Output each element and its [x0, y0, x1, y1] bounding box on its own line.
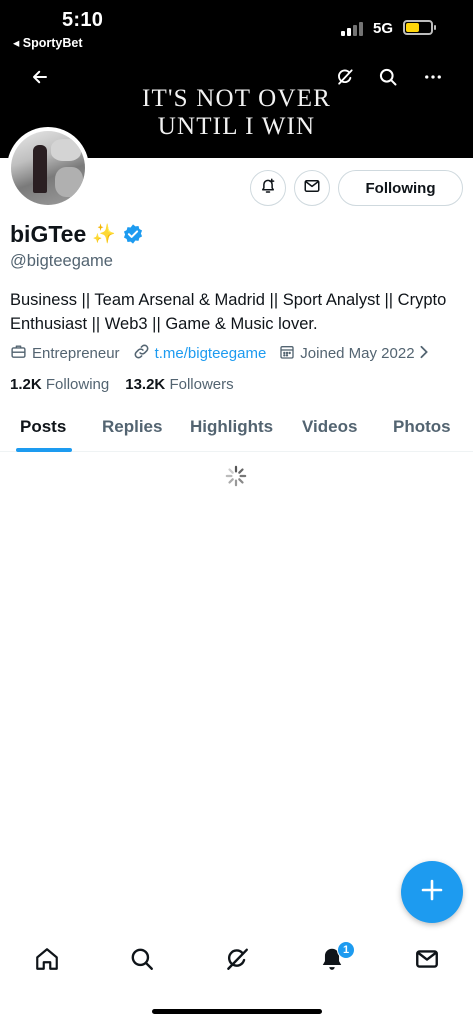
website-link[interactable]: t.me/bigteegame: [155, 345, 267, 362]
loading-spinner-icon: [225, 465, 247, 487]
status-time: 5:10: [62, 9, 104, 31]
network-label: 5G: [373, 20, 394, 37]
chevron-right-icon: [419, 345, 434, 363]
mail-icon[interactable]: [413, 945, 441, 973]
calendar-icon: [279, 344, 300, 364]
followers-count: 13.2K: [125, 376, 166, 393]
following-stat[interactable]: 1.2K Following: [10, 376, 109, 393]
signal-icon: [341, 20, 365, 36]
following-stat-label: Following: [45, 376, 110, 393]
joined-label: Joined May 2022: [300, 345, 415, 362]
compose-post-button[interactable]: [401, 861, 463, 923]
tab-photos[interactable]: Photos: [393, 417, 451, 437]
followers-stat[interactable]: 13.2K Followers: [125, 376, 233, 393]
followers-stat-label: Followers: [169, 376, 234, 393]
following-button[interactable]: Following: [338, 170, 463, 206]
following-count: 1.2K: [10, 376, 42, 393]
home-indicator[interactable]: [152, 1009, 322, 1014]
verified-badge-icon[interactable]: [122, 223, 144, 245]
briefcase-icon: [10, 343, 32, 364]
profile-tabs: Posts Replies Highlights Videos Photos: [0, 408, 473, 452]
display-name: biGTee: [10, 220, 87, 247]
category-label: Entrepreneur: [32, 345, 120, 362]
tab-replies[interactable]: Replies: [102, 417, 162, 437]
envelope-icon: [303, 177, 321, 200]
bottom-navigation: [0, 935, 473, 985]
profile-meta: Entrepreneur t.me/bigteegame Joined May …: [10, 343, 447, 364]
banner-quote: IT'S NOT OVER UNTIL I WIN: [0, 85, 473, 141]
link-icon: [133, 343, 155, 364]
follow-stats: 1.2K Following 13.2K Followers: [10, 376, 250, 393]
notify-button[interactable]: [250, 170, 286, 206]
plus-icon: [420, 878, 444, 907]
joined-item[interactable]: Joined May 2022: [279, 344, 433, 364]
tab-videos[interactable]: Videos: [302, 417, 357, 437]
notification-badge: 1: [337, 941, 355, 959]
sparkle-emoji: ✨: [92, 224, 116, 245]
website-item[interactable]: t.me/bigteegame: [133, 343, 267, 364]
banner-line-1: IT'S NOT OVER: [141, 85, 332, 112]
status-bar: 5:10 ◂ SportyBet 5G: [0, 0, 473, 52]
search-nav-icon[interactable]: [128, 945, 156, 973]
user-handle: @bigteegame: [10, 252, 113, 270]
battery-icon: [403, 20, 433, 35]
avatar[interactable]: [7, 127, 89, 209]
tab-highlights[interactable]: Highlights: [190, 417, 273, 437]
tab-posts[interactable]: Posts: [20, 417, 66, 437]
bell-plus-icon: [259, 177, 277, 200]
category-item: Entrepreneur: [10, 343, 120, 364]
active-tab-indicator: [16, 448, 72, 452]
grok-nav-icon[interactable]: [223, 945, 251, 973]
avatar-image: [11, 131, 85, 205]
message-button[interactable]: [294, 170, 330, 206]
home-icon[interactable]: [33, 945, 61, 973]
profile-bio: Business || Team Arsenal & Madrid || Spo…: [10, 291, 447, 333]
name-row: biGTee ✨: [10, 219, 144, 249]
back-to-app-link[interactable]: ◂ SportyBet: [13, 35, 82, 50]
